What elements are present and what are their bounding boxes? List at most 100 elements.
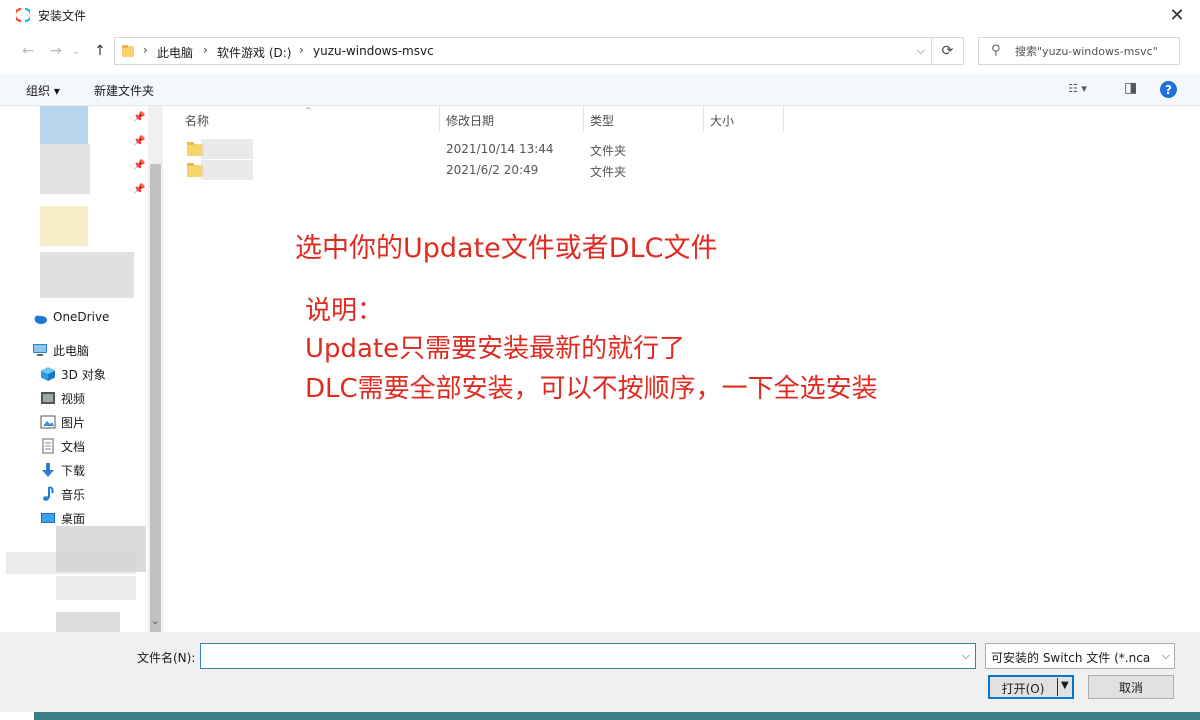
forward-arrow-icon: →	[50, 43, 62, 59]
filename-input[interactable]	[205, 647, 945, 665]
view-options-icon[interactable]: ☷ ▾	[1068, 82, 1087, 95]
desktop-icon	[41, 513, 55, 523]
sidebar-item-label: 文档	[61, 440, 86, 454]
address-bar[interactable]: › 此电脑 › 软件游戏 (D:) › yuzu-windows-msvc ⌵	[114, 37, 932, 65]
new-folder-button[interactable]: 新建文件夹	[94, 82, 154, 99]
forward-button[interactable]: →	[46, 41, 66, 61]
refresh-button[interactable]: ⟳	[932, 37, 964, 65]
search-icon: ⚲	[991, 43, 1001, 58]
cancel-button[interactable]: 取消	[1088, 675, 1174, 699]
music-icon	[43, 486, 54, 501]
blurred-drive-item	[56, 612, 120, 632]
pin-icon: 📌	[133, 112, 146, 123]
filename-combobox[interactable]: ⌵	[200, 643, 976, 669]
cube-icon	[41, 367, 55, 381]
open-button[interactable]: 打开(O) ▼	[988, 675, 1074, 699]
blurred-drive-item	[56, 576, 136, 600]
sidebar-scrollbar-thumb[interactable]	[150, 164, 161, 632]
pin-icon: 📌	[133, 136, 146, 147]
filename-label: 文件名(N):	[137, 651, 196, 665]
document-icon	[42, 438, 54, 454]
download-icon	[42, 463, 54, 477]
column-header-size[interactable]: 大小	[710, 112, 734, 129]
annotation-title: 选中你的Update文件或者DLC文件	[295, 233, 718, 264]
up-arrow-icon: ↑	[94, 43, 106, 59]
pin-icon: 📌	[133, 160, 146, 171]
sidebar-item-label: 此电脑	[53, 344, 90, 358]
column-divider[interactable]	[583, 106, 584, 132]
help-icon[interactable]: ?	[1160, 81, 1177, 98]
scroll-down-icon[interactable]: ⌄	[151, 616, 159, 627]
refresh-icon: ⟳	[941, 43, 954, 59]
title-bar: 安装文件 ✕	[0, 0, 1200, 30]
file-type-filter-select[interactable]: 可安装的 Switch 文件 (*.nca *. ⌵	[985, 643, 1175, 669]
open-button-label: 打开(O)	[1001, 682, 1045, 696]
file-row[interactable]: 2021/6/2 20:49 文件夹	[183, 160, 803, 181]
column-header-type[interactable]: 类型	[590, 112, 614, 129]
file-type: 文件夹	[590, 165, 627, 179]
dialog-footer: 文件名(N): ⌵ 可安装的 Switch 文件 (*.nca *. ⌵ 打开(…	[0, 632, 1200, 712]
window-title: 安装文件	[38, 9, 87, 23]
close-button[interactable]: ✕	[1154, 0, 1200, 30]
annotation-note-heading: 说明：	[305, 296, 384, 326]
video-icon	[41, 392, 55, 404]
sidebar-item-label: 3D 对象	[61, 368, 106, 382]
blurred-folder-name	[201, 139, 253, 159]
chevron-down-icon: ⌵	[1161, 649, 1170, 662]
blurred-quick-access	[40, 252, 134, 298]
file-open-dialog: 安装文件 ✕ ← → ⌄ ↑ › 此电脑 › 软件游戏 (D:) › yuzu-…	[0, 0, 1200, 720]
address-row: ← → ⌄ ↑ › 此电脑 › 软件游戏 (D:) › yuzu-windows…	[0, 34, 1200, 68]
file-modified-date: 2021/10/14 13:44	[446, 142, 554, 156]
sidebar-item-label: 视频	[61, 392, 86, 406]
breadcrumb-this-pc[interactable]: 此电脑	[157, 44, 193, 61]
computer-icon	[33, 344, 47, 356]
breadcrumb-separator: ›	[299, 43, 304, 57]
close-icon: ✕	[1169, 4, 1185, 26]
navigation-pane[interactable]: 📌 📌 📌 📌 OneDrive 此电脑 3D 对象 视频 图片 文档 下载 音…	[0, 106, 163, 632]
column-header-modified[interactable]: 修改日期	[446, 112, 494, 129]
file-type: 文件夹	[590, 144, 627, 158]
open-options-dropdown-icon[interactable]: ▼	[1061, 680, 1069, 691]
breadcrumb-separator: ›	[143, 43, 148, 57]
breadcrumb-separator: ›	[203, 43, 208, 57]
command-toolbar: 组织 ▾ 新建文件夹 ☷ ▾ ◨ ?	[0, 74, 1200, 106]
sidebar-item-label: 图片	[61, 416, 86, 430]
annotation-note-line-2: DLC需要全部安装，可以不按顺序，一下全选安装	[305, 374, 878, 404]
cloud-icon	[34, 315, 47, 324]
file-type-filter-value: 可安装的 Switch 文件 (*.nca *.	[991, 651, 1151, 665]
sidebar-item-label: 音乐	[61, 488, 86, 502]
file-modified-date: 2021/6/2 20:49	[446, 163, 539, 177]
blurred-quick-access	[40, 206, 88, 246]
column-header-name[interactable]: 名称	[185, 112, 209, 129]
column-divider[interactable]	[703, 106, 704, 132]
filename-dropdown-icon[interactable]: ⌵	[962, 649, 970, 663]
annotation-note-line-1: Update只需要安装最新的就行了	[305, 334, 686, 364]
back-arrow-icon: ←	[22, 43, 34, 59]
preview-pane-icon[interactable]: ◨	[1124, 80, 1137, 96]
column-divider[interactable]	[783, 106, 784, 132]
sidebar-item-label: 下载	[61, 464, 86, 478]
recent-locations-button[interactable]: ⌄	[70, 41, 82, 61]
address-dropdown-icon[interactable]: ⌵	[917, 44, 925, 58]
sort-ascending-icon: ^	[305, 106, 312, 115]
picture-icon	[40, 415, 56, 429]
blurred-drive-item	[56, 526, 146, 572]
breadcrumb-drive-d[interactable]: 软件游戏 (D:)	[217, 44, 291, 61]
search-input[interactable]	[1015, 42, 1175, 60]
column-divider[interactable]	[439, 106, 440, 132]
file-list[interactable]: ^ 名称 修改日期 类型 大小 2021/10/14 13:44 文件夹 202…	[163, 106, 1200, 632]
chevron-down-icon: ⌄	[71, 45, 81, 57]
blurred-folder-name	[201, 160, 253, 180]
back-button[interactable]: ←	[18, 41, 38, 61]
folder-icon	[122, 45, 134, 57]
file-row[interactable]: 2021/10/14 13:44 文件夹	[183, 139, 803, 160]
blurred-quick-access	[40, 144, 90, 194]
organize-button[interactable]: 组织 ▾	[26, 82, 60, 99]
up-button[interactable]: ↑	[90, 41, 110, 61]
blurred-quick-access	[40, 106, 88, 144]
search-box[interactable]: ⚲	[978, 37, 1180, 65]
taskbar-edge	[0, 712, 1200, 720]
pin-icon: 📌	[133, 184, 146, 195]
sidebar-item-label: 桌面	[61, 512, 86, 526]
breadcrumb-yuzu-folder[interactable]: yuzu-windows-msvc	[313, 44, 434, 58]
